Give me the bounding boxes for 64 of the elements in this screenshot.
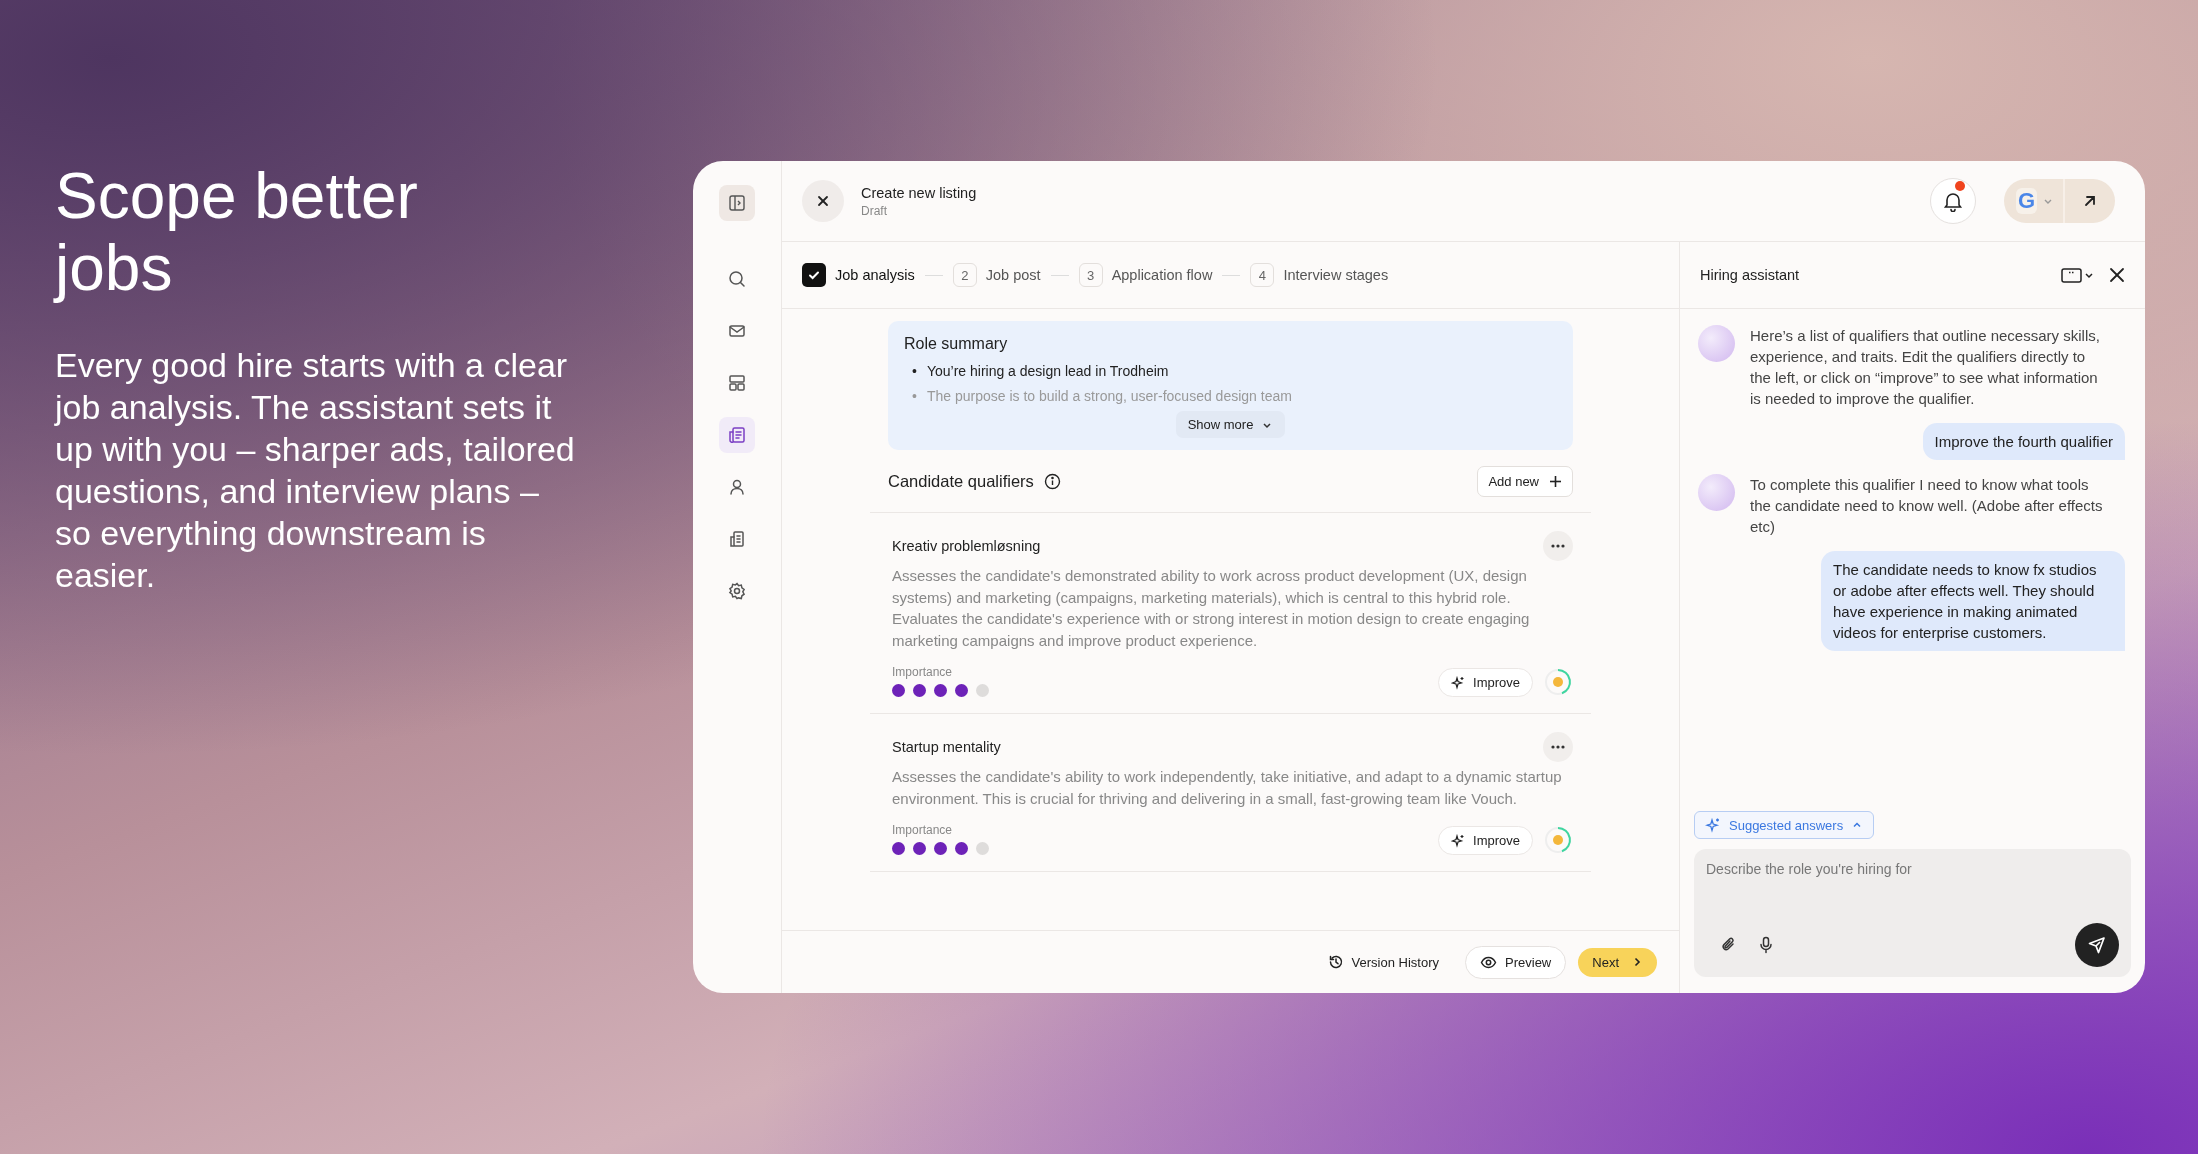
plus-icon [1549, 475, 1562, 488]
bullet-marker: • [912, 362, 917, 381]
preview-button[interactable]: Preview [1465, 945, 1567, 979]
importance-rating[interactable] [892, 684, 989, 697]
show-more-button[interactable]: Show more [1175, 411, 1286, 438]
score-ring-icon [1543, 667, 1573, 697]
summary-point: The purpose is to build a strong, user-focused design team [926, 387, 1292, 406]
assistant-message: Here’s a list of qualifiers that outline necessary skills, experience, and traits. Edit the qualifiers directly to the left, or click on “improve” to see what information is needed to improve the qualifier. [1750, 326, 2101, 409]
ellipsis-icon [1551, 745, 1565, 749]
document-icon[interactable] [719, 417, 755, 453]
close-icon[interactable] [2109, 267, 2125, 283]
message-input[interactable]: Describe the role you're hiring for [1706, 861, 2119, 923]
info-icon[interactable] [1043, 473, 1061, 490]
assistant-avatar [1698, 474, 1735, 511]
version-history-button[interactable]: Version History [1313, 947, 1453, 977]
step-number: 4 [1250, 263, 1275, 287]
importance-label: Importance [892, 823, 954, 837]
step-number: 2 [952, 263, 977, 287]
history-icon [1327, 954, 1344, 970]
step-tab[interactable]: 4 Interview stages [1250, 263, 1389, 287]
improve-button[interactable]: Improve [1438, 668, 1533, 697]
sparkle-icon [1705, 817, 1721, 833]
bullet-marker: • [912, 387, 917, 406]
qualifier-description: Assesses the candidate's demonstrated ability to work across product development (UX, design systems) and marketing (campaigns, marketing materials), which is central to this hybrid role. Evaluates the candidate's experience with or strong interest in motion design to create engaging marketing campaigns and improve product experience. [892, 566, 1531, 651]
section-title: Role summary [904, 335, 1009, 353]
next-button[interactable]: Next [1578, 947, 1657, 977]
user-message: The candidate needs to know fx studios or adobe after effects well. They should have experience in making animated videos for enterprise customers. [1821, 551, 2125, 651]
suggested-answers-button[interactable]: Suggested answers [1694, 811, 1875, 839]
step-tab[interactable]: Job analysis [802, 263, 915, 287]
listing-title: Create new listing [861, 184, 977, 201]
user-message: Improve the fourth qualifier [1922, 423, 2125, 460]
hero-paragraph: Every good hire starts with a clear job analysis. The assistant sets it up with you – sharper ads, tailored questions, and interview plans – so everything downstream is easier. [55, 345, 575, 596]
score-ring-icon [1543, 825, 1573, 855]
step-tab[interactable]: 2 Job post [952, 263, 1041, 287]
importance-label: Importance [892, 665, 954, 679]
importance-rating[interactable] [892, 842, 989, 855]
assistant-avatar [1698, 325, 1735, 362]
sidebar-toggle-icon[interactable] [719, 185, 755, 221]
sparkle-icon [1451, 675, 1466, 690]
status-label: Draft [861, 203, 888, 218]
send-icon [2087, 935, 2107, 955]
assistant-message: To complete this qualifier I need to know what tools the candidate need to know well. (Adobe after effects etc) [1750, 475, 2104, 537]
qualifier-name: Kreativ problemløsning [892, 538, 1042, 554]
hero-heading: Scope better jobs [55, 160, 419, 304]
sparkle-icon [1451, 833, 1466, 848]
qualifier-name: Startup mentality [892, 739, 1002, 755]
section-title: Candidate qualifiers [888, 472, 1034, 491]
step-number: 3 [1078, 263, 1103, 287]
qualifier-description: Assesses the candidate's ability to work independently, take initiative, and adapt to a dynamic startup environment. This is crucial for thriving and delivering in a small, fast-growing team like Vouch. [892, 767, 1563, 809]
send-button[interactable] [2075, 923, 2119, 967]
improve-button[interactable]: Improve [1438, 826, 1533, 855]
panel-title: Hiring assistant [1700, 267, 1800, 283]
close-icon [816, 194, 830, 208]
arrow-icon [2082, 193, 2098, 209]
add-new-button[interactable]: Add new [1477, 466, 1573, 497]
view-mode-dropdown[interactable] [2061, 267, 2095, 283]
step-tab[interactable]: 3 Application flow [1078, 263, 1213, 287]
close-button[interactable] [802, 180, 844, 222]
microphone-icon[interactable] [1758, 936, 1774, 954]
ellipsis-icon [1551, 544, 1565, 548]
bell-icon [1941, 190, 1964, 212]
notification-button[interactable] [1929, 178, 1976, 224]
summary-point: You’re hiring a design lead in Trodheim [926, 362, 1169, 381]
message-composer[interactable]: Describe the role you're hiring for [1694, 849, 2131, 977]
